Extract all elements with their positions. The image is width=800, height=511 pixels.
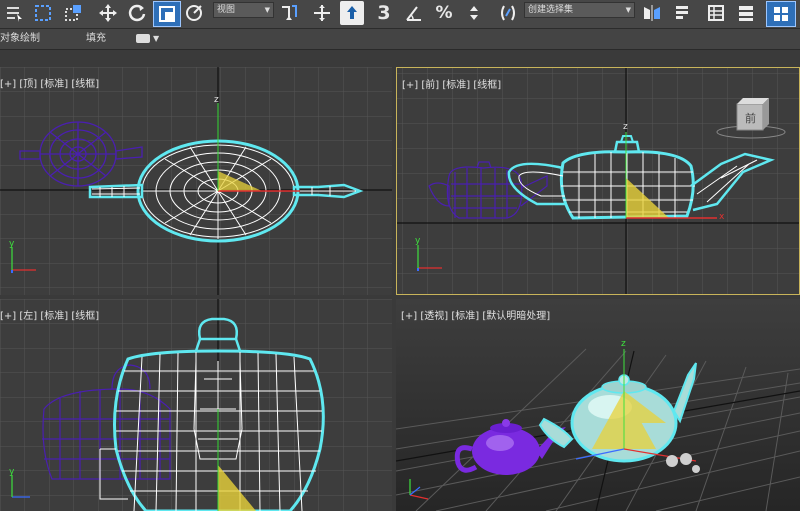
viewport-perspective-label[interactable]: [+] [透视] [标准] [默认明暗处理] xyxy=(401,307,550,322)
reference-coordinate-dropdown[interactable]: 视图 ▼ xyxy=(213,2,274,18)
viewport-left-canvas xyxy=(0,299,392,511)
main-toolbar: 视图 ▼ 3 % 创建选择集 ▼ xyxy=(0,0,800,29)
z-axis-label: z xyxy=(623,122,628,132)
z-axis-label: z xyxy=(621,339,626,349)
object-paint-label[interactable]: 对象绘制 xyxy=(0,29,40,49)
spinner-snap-icon[interactable] xyxy=(462,1,486,25)
select-object-icon[interactable] xyxy=(2,1,26,25)
reference-coordinate-value: 视图 xyxy=(217,5,236,15)
viewport-perspective-canvas xyxy=(396,348,800,511)
select-manipulate-icon[interactable] xyxy=(310,1,334,25)
ribbon-toggle-icon[interactable] xyxy=(734,1,758,25)
x-axis-label: x xyxy=(719,212,725,222)
move-icon[interactable] xyxy=(96,1,120,25)
snaps-toggle-button[interactable]: 3 xyxy=(372,1,396,25)
snaps-toggle-label: 3 xyxy=(377,2,391,24)
mirror-icon[interactable] xyxy=(640,1,664,25)
rotate-icon[interactable] xyxy=(125,1,149,25)
rectangular-selection-icon[interactable] xyxy=(30,1,56,25)
y-axis-label: y xyxy=(9,239,15,249)
window-crossing-icon[interactable] xyxy=(60,1,86,25)
y-axis-label: y xyxy=(9,467,15,477)
chevron-down-icon: ▼ xyxy=(264,6,270,14)
viewport-front[interactable]: [+] [前] [标准] [线框] 前 z x y xyxy=(396,67,800,295)
schematic-view-icon[interactable] xyxy=(766,1,796,27)
viewport-top-label[interactable]: [+] [顶] [标准] [线框] xyxy=(0,75,99,90)
align-icon[interactable] xyxy=(670,1,694,25)
viewport-top-canvas xyxy=(0,67,392,295)
named-selection-set-value: 创建选择集 xyxy=(528,5,574,15)
viewport-front-canvas xyxy=(397,68,799,294)
keyboard-shortcut-override-icon[interactable] xyxy=(340,1,364,25)
pivot-center-icon[interactable] xyxy=(277,1,301,25)
viewcube-face-label[interactable]: 前 xyxy=(745,110,756,126)
viewport-front-label[interactable]: [+] [前] [标准] [线框] xyxy=(402,76,501,91)
chevron-down-icon: ▼ xyxy=(153,34,160,43)
layer-explorer-icon[interactable] xyxy=(704,1,728,25)
percent-snap-icon[interactable]: % xyxy=(432,1,456,25)
placement-icon[interactable] xyxy=(182,1,206,25)
fill-dropdown-button[interactable] xyxy=(136,34,150,43)
edit-named-selection-icon[interactable] xyxy=(496,1,520,25)
watermark-logo xyxy=(666,453,700,473)
viewport-perspective[interactable]: [+] [透视] [标准] [默认明暗处理] z xyxy=(396,299,800,511)
fill-label[interactable]: 填充 xyxy=(86,29,106,49)
viewport-left[interactable]: [+] [左] [标准] [线框] y xyxy=(0,299,392,511)
chevron-down-icon: ▼ xyxy=(625,6,631,14)
scale-icon[interactable] xyxy=(153,1,181,27)
viewport-top[interactable]: [+] [顶] [标准] [线框] z y xyxy=(0,67,392,295)
viewport-left-label[interactable]: [+] [左] [标准] [线框] xyxy=(0,307,99,322)
angle-snap-icon[interactable] xyxy=(402,1,426,25)
z-axis-label: z xyxy=(214,95,219,105)
y-axis-label: y xyxy=(415,236,421,246)
ribbon-subbar: 对象绘制 填充 ▼ xyxy=(0,29,800,50)
named-selection-set-dropdown[interactable]: 创建选择集 ▼ xyxy=(524,2,635,18)
